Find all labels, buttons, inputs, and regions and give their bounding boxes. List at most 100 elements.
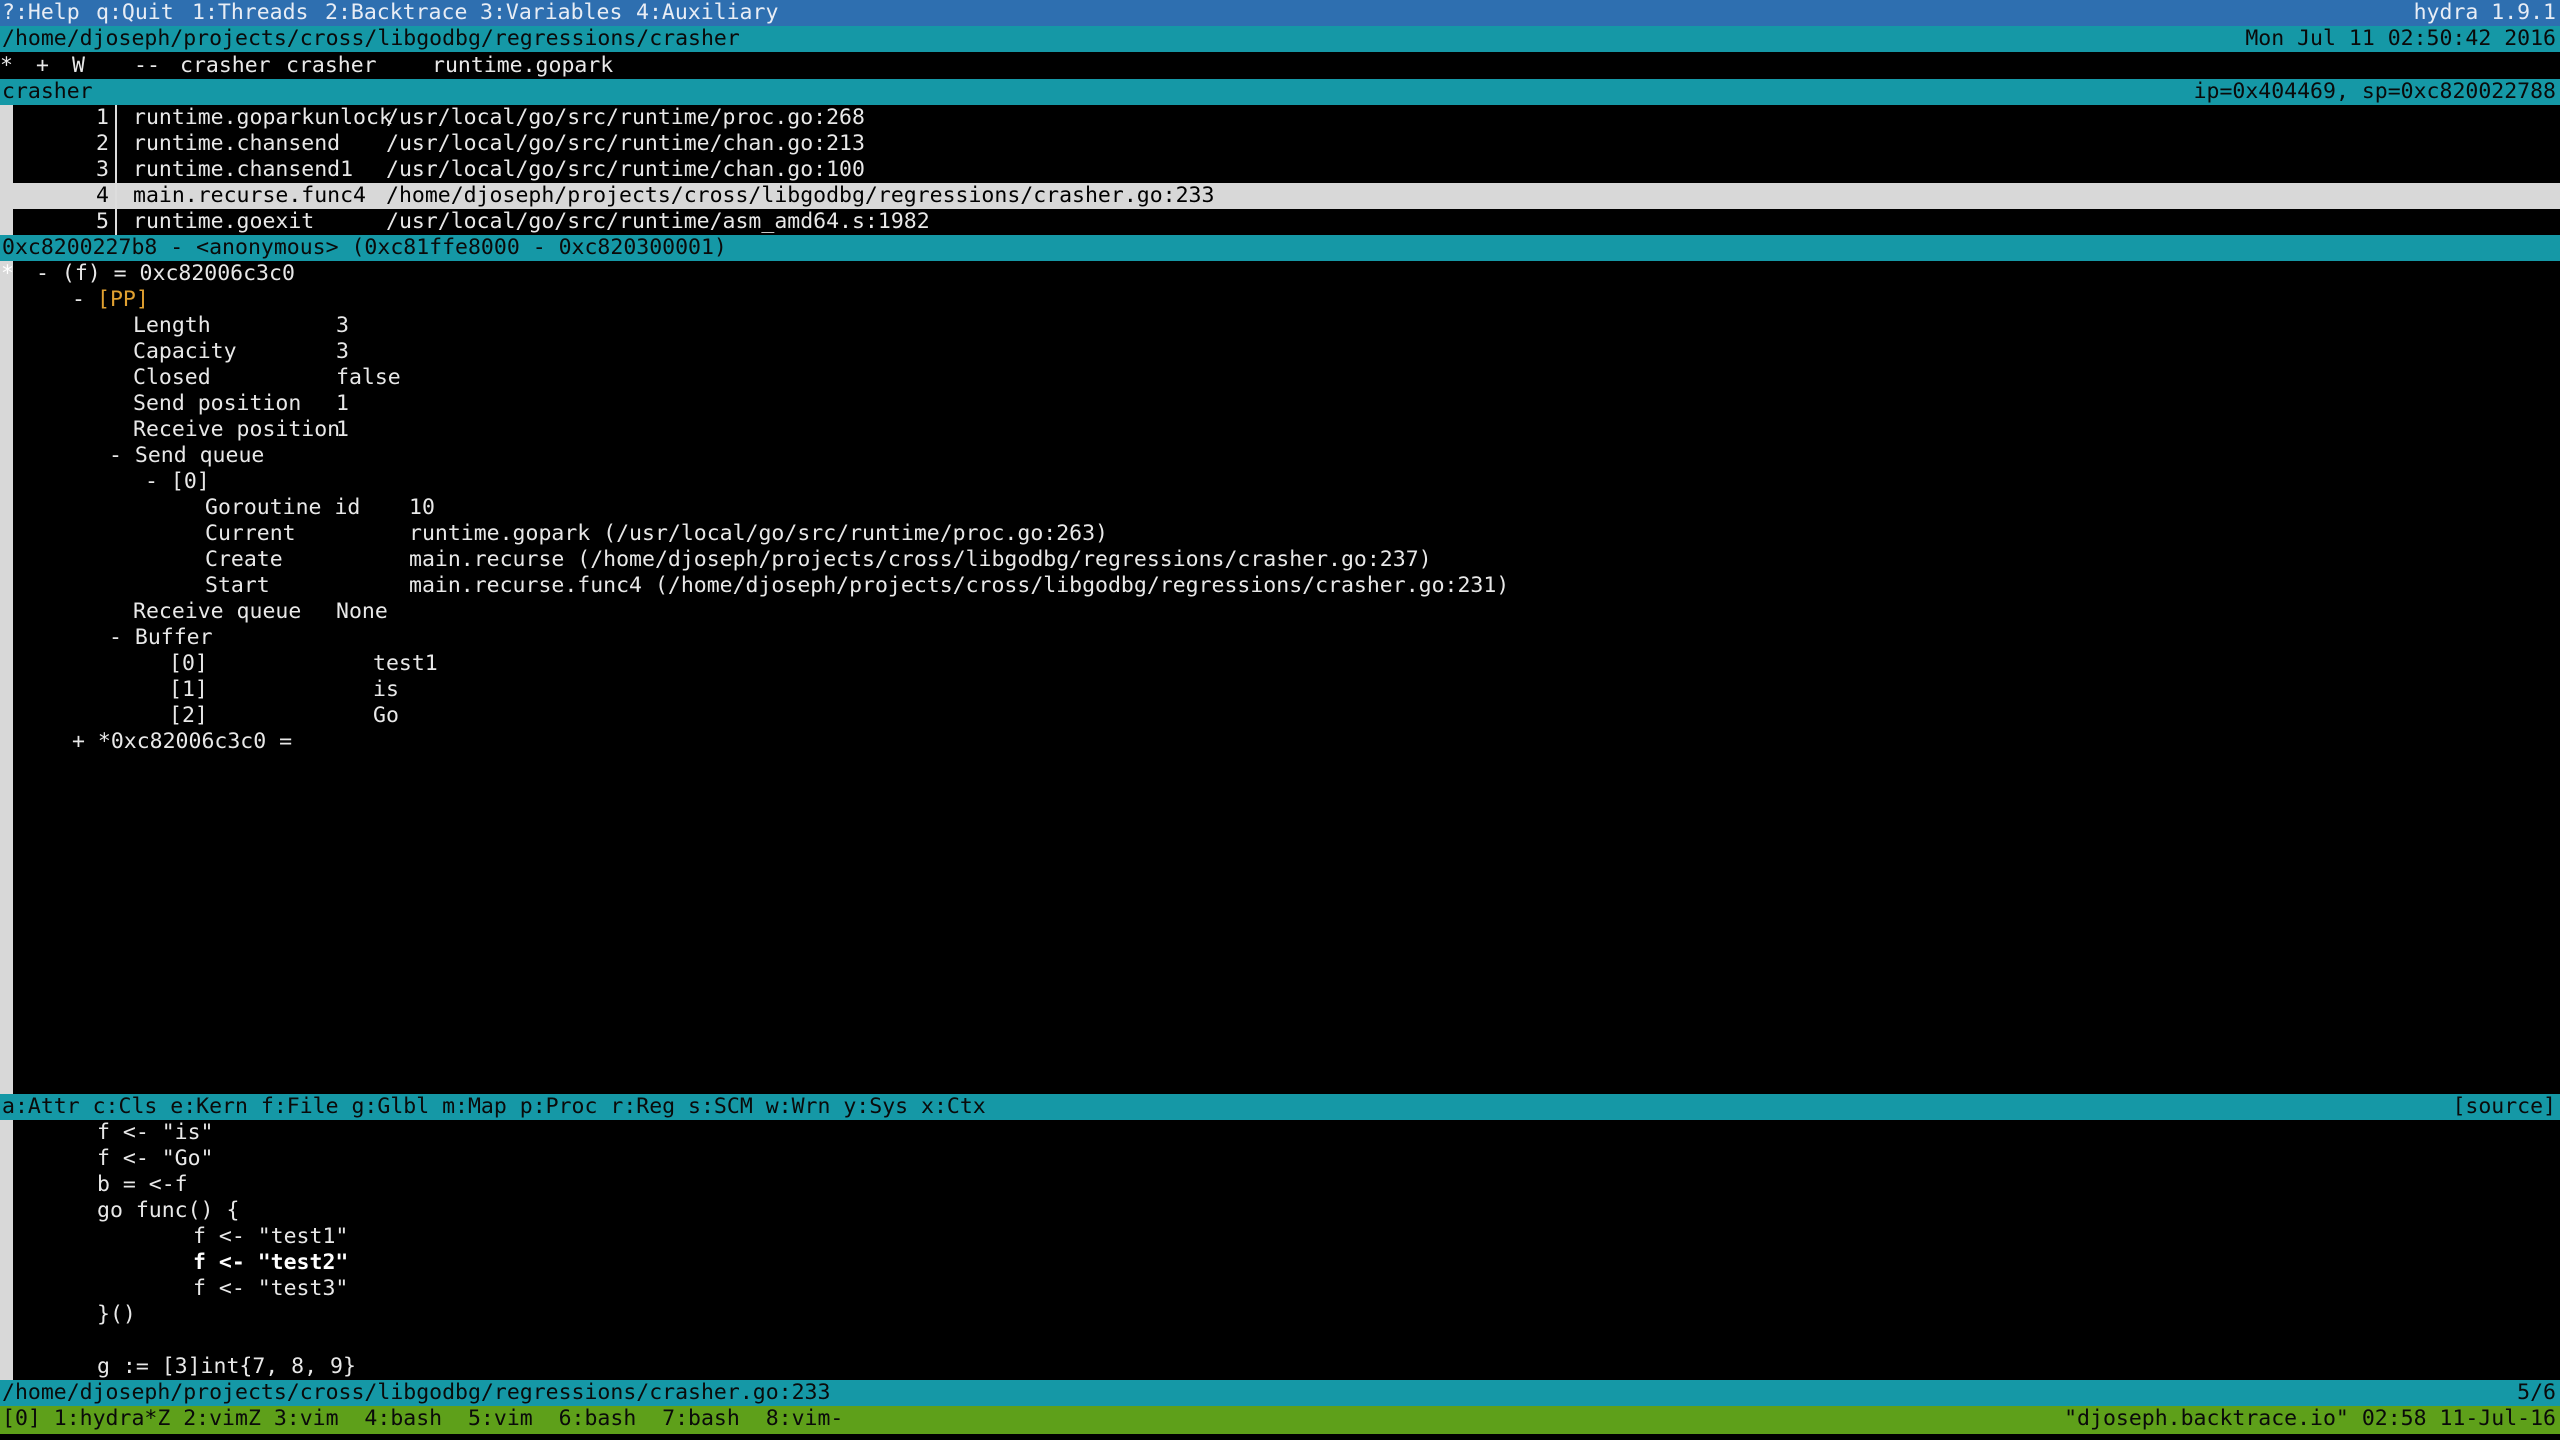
row-marker: * [1, 261, 14, 286]
field-value: main.recurse (/home/djoseph/projects/cro… [409, 547, 1432, 572]
field-key: Send position [133, 391, 302, 416]
var-root[interactable]: * - (f) = 0xc82006c3c0 [0, 261, 2560, 287]
var-buffer-item: [1] is [0, 677, 2560, 703]
frame-number: 1 [96, 105, 109, 130]
field-value: false [336, 365, 401, 390]
buffer-label: - Buffer [109, 625, 213, 650]
var-receive-queue: Receive queue None [0, 599, 2560, 625]
frame-location: /usr/local/go/src/runtime/asm_amd64.s:19… [386, 209, 930, 234]
frame-location: /usr/local/go/src/runtime/chan.go:213 [386, 131, 865, 156]
var-buffer[interactable]: - Buffer [0, 625, 2560, 651]
menu-backtrace[interactable]: 2:Backtrace [325, 0, 467, 26]
frame-func: runtime.chansend [133, 131, 341, 156]
var-goroutine-field: Current runtime.gopark (/usr/local/go/sr… [0, 521, 2560, 547]
source-line-current: f <- "test2" [0, 1250, 2560, 1276]
field-key: Length [133, 313, 211, 338]
source-line: f <- "is" [0, 1120, 2560, 1146]
frame-func: runtime.goparkunlock [133, 105, 392, 130]
var-goroutine-field: Goroutine id 10 [0, 495, 2560, 521]
frame-func: runtime.goexit [133, 209, 315, 234]
source-text: }() [97, 1302, 136, 1327]
tmux-status-bar: [0] 1:hydra*Z 2:vimZ 3:vim 4:bash 5:vim … [0, 1406, 2560, 1434]
tmux-windows[interactable]: [0] 1:hydra*Z 2:vimZ 3:vim 4:bash 5:vim … [2, 1406, 843, 1432]
backtrace-frame[interactable]: 2 runtime.chansend /usr/local/go/src/run… [0, 131, 2560, 157]
top-menu-bar: ?:Help q:Quit 1:Threads 2:Backtrace 3:Va… [0, 0, 2560, 26]
source-text-current: f <- "test2" [193, 1250, 349, 1275]
thread-plus[interactable]: + [36, 53, 49, 79]
menu-variables[interactable]: 3:Variables [480, 0, 622, 26]
source-text: f <- "test1" [193, 1224, 349, 1249]
var-goroutine-field: Start main.recurse.func4 (/home/djoseph/… [0, 573, 2560, 599]
backtrace-frame[interactable]: 5 runtime.goexit /usr/local/go/src/runti… [0, 209, 2560, 235]
field-key: Current [205, 521, 296, 546]
aux-bar: a:Attr c:Cls e:Kern f:File g:Glbl m:Map … [0, 1094, 2560, 1120]
var-goroutine-field: Create main.recurse (/home/djoseph/proje… [0, 547, 2560, 573]
buffer-index: [0] [169, 651, 208, 676]
buffer-value: is [373, 677, 399, 702]
var-pp[interactable]: - [PP] [0, 287, 2560, 313]
source-text: go func() { [97, 1198, 240, 1223]
var-field: Send position 1 [0, 391, 2560, 417]
source-text: f <- "test3" [193, 1276, 349, 1301]
thread-func: runtime.gopark [432, 53, 614, 78]
var-field: Capacity 3 [0, 339, 2560, 365]
source-line: g := [3]int{7, 8, 9} [0, 1354, 2560, 1380]
deref-label: + *0xc82006c3c0 = [72, 729, 293, 754]
source-line: f <- "Go" [0, 1146, 2560, 1172]
backtrace-frame[interactable]: 3 runtime.chansend1 /usr/local/go/src/ru… [0, 157, 2560, 183]
frame-func: runtime.chansend1 [133, 157, 354, 182]
var-pp-label: [PP] [97, 287, 149, 312]
thread-row[interactable]: * + W -- crasher crasher runtime.gopark [0, 53, 2560, 79]
frame-number: 2 [96, 131, 109, 156]
var-field: Length 3 [0, 313, 2560, 339]
aux-items[interactable]: a:Attr c:Cls e:Kern f:File g:Glbl m:Map … [2, 1094, 986, 1120]
field-value: 3 [336, 313, 349, 338]
var-deref[interactable]: + *0xc82006c3c0 = [0, 729, 2560, 755]
var-pp-toggle[interactable]: - [72, 287, 98, 313]
source-status-bar: /home/djoseph/projects/cross/libgodbg/re… [0, 1380, 2560, 1406]
source-line [0, 1328, 2560, 1354]
var-send-queue-item[interactable]: - [0] [0, 469, 2560, 495]
var-send-queue[interactable]: - Send queue [0, 443, 2560, 469]
path-bar: /home/djoseph/projects/cross/libgodbg/re… [0, 26, 2560, 52]
field-value: 1 [336, 417, 349, 442]
thread-header-name: crasher [2, 79, 93, 104]
frame-number: 4 [96, 183, 109, 208]
current-path: /home/djoseph/projects/cross/libgodbg/re… [2, 26, 740, 51]
field-key: Receive queue [133, 599, 302, 624]
field-value: runtime.gopark (/usr/local/go/src/runtim… [409, 521, 1108, 546]
thread-process: crasher [286, 53, 377, 78]
tmux-host: "djoseph.backtrace.io" 02:58 11-Jul-16 [2064, 1406, 2556, 1431]
backtrace-separator-over [115, 105, 117, 235]
send-queue-item-label: - [0] [145, 469, 210, 494]
var-buffer-item: [0] test1 [0, 651, 2560, 677]
var-buffer-item: [2] Go [0, 703, 2560, 729]
field-value: 10 [409, 495, 435, 520]
buffer-value: Go [373, 703, 399, 728]
frame-location: /usr/local/go/src/runtime/chan.go:100 [386, 157, 865, 182]
source-line: f <- "test3" [0, 1276, 2560, 1302]
register-values: ip=0x404469, sp=0xc820022788 [2193, 79, 2556, 104]
thread-state: W [72, 53, 85, 78]
menu-threads[interactable]: 1:Threads [192, 0, 309, 26]
field-key: Closed [133, 365, 211, 390]
source-label: [source] [2452, 1094, 2556, 1119]
send-queue-label: - Send queue [109, 443, 265, 468]
field-key: Receive position [133, 417, 341, 442]
source-text: f <- "is" [97, 1120, 214, 1145]
var-root-label: - (f) = 0xc82006c3c0 [36, 261, 295, 286]
backtrace-frame[interactable]: 1 runtime.goparkunlock /usr/local/go/src… [0, 105, 2560, 131]
menu-quit[interactable]: q:Quit [96, 0, 174, 26]
thread-dashes: -- [134, 53, 160, 78]
source-position: 5/6 [2517, 1380, 2556, 1405]
frame-location: /usr/local/go/src/runtime/proc.go:268 [386, 105, 865, 130]
frame-number: 3 [96, 157, 109, 182]
field-value: 3 [336, 339, 349, 364]
source-text: f <- "Go" [97, 1146, 214, 1171]
buffer-value: test1 [373, 651, 438, 676]
menu-help[interactable]: ?:Help [2, 0, 80, 26]
menu-auxiliary[interactable]: 4:Auxiliary [636, 0, 778, 26]
field-key: Start [205, 573, 270, 598]
datetime: Mon Jul 11 02:50:42 2016 [2245, 26, 2556, 51]
backtrace-frame-selected[interactable]: 4 main.recurse.func4 /home/djoseph/proje… [13, 183, 2560, 209]
